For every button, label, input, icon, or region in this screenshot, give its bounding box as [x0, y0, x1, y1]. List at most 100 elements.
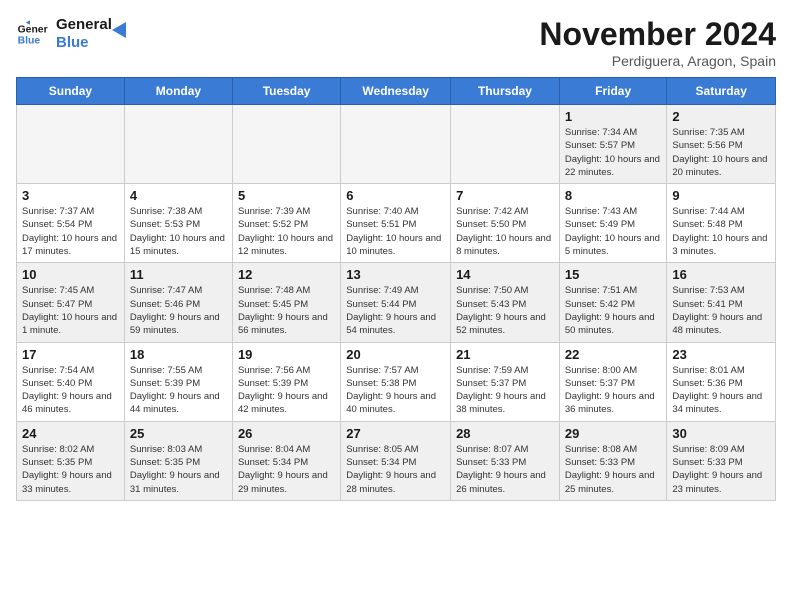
calendar-cell: 23 Sunrise: 8:01 AMSunset: 5:36 PMDayligh… — [667, 342, 776, 421]
calendar-cell: 16 Sunrise: 7:53 AMSunset: 5:41 PMDayligh… — [667, 263, 776, 342]
logo-icon: General Blue — [16, 18, 48, 50]
cell-info: Sunrise: 7:54 AMSunset: 5:40 PMDaylight:… — [22, 364, 119, 417]
calendar-cell: 24 Sunrise: 8:02 AMSunset: 5:35 PMDayligh… — [17, 421, 125, 500]
day-number: 28 — [456, 426, 554, 441]
cell-info: Sunrise: 8:09 AMSunset: 5:33 PMDaylight:… — [672, 443, 770, 496]
calendar-cell: 7 Sunrise: 7:42 AMSunset: 5:50 PMDaylight… — [451, 184, 560, 263]
calendar-cell — [451, 105, 560, 184]
calendar-cell — [124, 105, 232, 184]
calendar-cell: 20 Sunrise: 7:57 AMSunset: 5:38 PMDayligh… — [341, 342, 451, 421]
day-number: 22 — [565, 347, 662, 362]
col-header-wednesday: Wednesday — [341, 78, 451, 105]
calendar-cell: 17 Sunrise: 7:54 AMSunset: 5:40 PMDayligh… — [17, 342, 125, 421]
cell-info: Sunrise: 7:56 AMSunset: 5:39 PMDaylight:… — [238, 364, 335, 417]
day-number: 6 — [346, 188, 445, 203]
calendar-cell: 28 Sunrise: 8:07 AMSunset: 5:33 PMDayligh… — [451, 421, 560, 500]
cell-info: Sunrise: 7:38 AMSunset: 5:53 PMDaylight:… — [130, 205, 227, 258]
cell-info: Sunrise: 7:59 AMSunset: 5:37 PMDaylight:… — [456, 364, 554, 417]
calendar-cell: 10 Sunrise: 7:45 AMSunset: 5:47 PMDayligh… — [17, 263, 125, 342]
calendar-table: SundayMondayTuesdayWednesdayThursdayFrid… — [16, 77, 776, 501]
day-number: 8 — [565, 188, 662, 203]
cell-info: Sunrise: 7:47 AMSunset: 5:46 PMDaylight:… — [130, 284, 227, 337]
day-number: 12 — [238, 267, 335, 282]
cell-info: Sunrise: 7:37 AMSunset: 5:54 PMDaylight:… — [22, 205, 119, 258]
calendar-cell: 9Sunrise: 7:44 AMSunset: 5:48 PMDaylight… — [667, 184, 776, 263]
day-number: 16 — [672, 267, 770, 282]
cell-info: Sunrise: 7:42 AMSunset: 5:50 PMDaylight:… — [456, 205, 554, 258]
cell-info: Sunrise: 7:45 AMSunset: 5:47 PMDaylight:… — [22, 284, 119, 337]
calendar-cell — [17, 105, 125, 184]
calendar-cell — [341, 105, 451, 184]
calendar-cell: 30 Sunrise: 8:09 AMSunset: 5:33 PMDayligh… — [667, 421, 776, 500]
cell-info: Sunrise: 7:57 AMSunset: 5:38 PMDaylight:… — [346, 364, 445, 417]
logo-general: General — [56, 16, 112, 34]
calendar-cell: 13Sunrise: 7:49 AMSunset: 5:44 PMDayligh… — [341, 263, 451, 342]
cell-info: Sunrise: 8:00 AMSunset: 5:37 PMDaylight:… — [565, 364, 662, 417]
day-number: 27 — [346, 426, 445, 441]
day-number: 19 — [238, 347, 335, 362]
calendar-cell: 2Sunrise: 7:35 AMSunset: 5:56 PMDaylight… — [667, 105, 776, 184]
svg-text:Blue: Blue — [18, 36, 41, 47]
col-header-sunday: Sunday — [17, 78, 125, 105]
day-number: 5 — [238, 188, 335, 203]
cell-info: Sunrise: 8:04 AMSunset: 5:34 PMDaylight:… — [238, 443, 335, 496]
calendar-row: 17 Sunrise: 7:54 AMSunset: 5:40 PMDayligh… — [17, 342, 776, 421]
day-number: 29 — [565, 426, 662, 441]
col-header-monday: Monday — [124, 78, 232, 105]
calendar-cell: 14Sunrise: 7:50 AMSunset: 5:43 PMDayligh… — [451, 263, 560, 342]
day-number: 18 — [130, 347, 227, 362]
day-number: 25 — [130, 426, 227, 441]
logo-blue: Blue — [56, 34, 112, 52]
calendar-cell: 26Sunrise: 8:04 AMSunset: 5:34 PMDayligh… — [232, 421, 340, 500]
calendar-cell: 27 Sunrise: 8:05 AMSunset: 5:34 PMDayligh… — [341, 421, 451, 500]
calendar-row: 24 Sunrise: 8:02 AMSunset: 5:35 PMDayligh… — [17, 421, 776, 500]
cell-info: Sunrise: 7:48 AMSunset: 5:45 PMDaylight:… — [238, 284, 335, 337]
day-number: 10 — [22, 267, 119, 282]
title-area: November 2024 Perdiguera, Aragon, Spain — [539, 16, 776, 69]
calendar-cell: 4 Sunrise: 7:38 AMSunset: 5:53 PMDaylight… — [124, 184, 232, 263]
calendar-cell: 22 Sunrise: 8:00 AMSunset: 5:37 PMDayligh… — [559, 342, 667, 421]
col-header-friday: Friday — [559, 78, 667, 105]
day-number: 14 — [456, 267, 554, 282]
cell-info: Sunrise: 7:53 AMSunset: 5:41 PMDaylight:… — [672, 284, 770, 337]
cell-info: Sunrise: 7:55 AMSunset: 5:39 PMDaylight:… — [130, 364, 227, 417]
calendar-cell: 1 Sunrise: 7:34 AMSunset: 5:57 PMDaylight… — [559, 105, 667, 184]
calendar-cell: 8 Sunrise: 7:43 AMSunset: 5:49 PMDaylight… — [559, 184, 667, 263]
cell-info: Sunrise: 7:40 AMSunset: 5:51 PMDaylight:… — [346, 205, 445, 258]
calendar-cell: 18 Sunrise: 7:55 AMSunset: 5:39 PMDayligh… — [124, 342, 232, 421]
day-number: 4 — [130, 188, 227, 203]
day-number: 11 — [130, 267, 227, 282]
day-number: 20 — [346, 347, 445, 362]
calendar-cell: 15Sunrise: 7:51 AMSunset: 5:42 PMDayligh… — [559, 263, 667, 342]
cell-info: Sunrise: 7:43 AMSunset: 5:49 PMDaylight:… — [565, 205, 662, 258]
calendar-cell: 12 Sunrise: 7:48 AMSunset: 5:45 PMDayligh… — [232, 263, 340, 342]
calendar-cell: 21Sunrise: 7:59 AMSunset: 5:37 PMDayligh… — [451, 342, 560, 421]
day-number: 3 — [22, 188, 119, 203]
cell-info: Sunrise: 7:34 AMSunset: 5:57 PMDaylight:… — [565, 126, 662, 179]
cell-info: Sunrise: 7:49 AMSunset: 5:44 PMDaylight:… — [346, 284, 445, 337]
cell-info: Sunrise: 8:05 AMSunset: 5:34 PMDaylight:… — [346, 443, 445, 496]
day-number: 23 — [672, 347, 770, 362]
svg-text:General: General — [18, 24, 48, 35]
cell-info: Sunrise: 8:02 AMSunset: 5:35 PMDaylight:… — [22, 443, 119, 496]
day-number: 30 — [672, 426, 770, 441]
day-number: 17 — [22, 347, 119, 362]
day-number: 15 — [565, 267, 662, 282]
cell-info: Sunrise: 7:35 AMSunset: 5:56 PMDaylight:… — [672, 126, 770, 179]
calendar-cell: 19 Sunrise: 7:56 AMSunset: 5:39 PMDayligh… — [232, 342, 340, 421]
day-number: 1 — [565, 109, 662, 124]
cell-info: Sunrise: 7:44 AMSunset: 5:48 PMDaylight:… — [672, 205, 770, 258]
col-header-thursday: Thursday — [451, 78, 560, 105]
logo: General Blue General Blue — [16, 16, 132, 52]
cell-info: Sunrise: 8:07 AMSunset: 5:33 PMDaylight:… — [456, 443, 554, 496]
month-title: November 2024 — [539, 16, 776, 53]
day-number: 7 — [456, 188, 554, 203]
location: Perdiguera, Aragon, Spain — [539, 53, 776, 69]
day-number: 24 — [22, 426, 119, 441]
calendar-row: 10 Sunrise: 7:45 AMSunset: 5:47 PMDayligh… — [17, 263, 776, 342]
calendar-cell: 6 Sunrise: 7:40 AMSunset: 5:51 PMDaylight… — [341, 184, 451, 263]
cell-info: Sunrise: 8:03 AMSunset: 5:35 PMDaylight:… — [130, 443, 227, 496]
calendar-cell: 3 Sunrise: 7:37 AMSunset: 5:54 PMDaylight… — [17, 184, 125, 263]
calendar-cell: 5Sunrise: 7:39 AMSunset: 5:52 PMDaylight… — [232, 184, 340, 263]
cell-info: Sunrise: 8:01 AMSunset: 5:36 PMDaylight:… — [672, 364, 770, 417]
